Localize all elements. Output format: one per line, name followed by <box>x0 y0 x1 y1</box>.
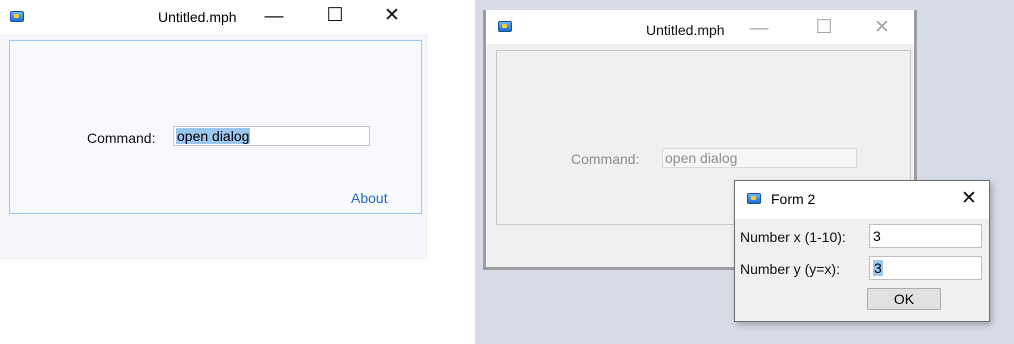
title-bar[interactable]: Untitled.mph — ☐ ✕ <box>486 10 914 44</box>
command-input-selection: open dialog <box>176 128 251 144</box>
command-label: Command: <box>571 151 640 167</box>
app-icon <box>10 11 24 22</box>
close-icon[interactable]: ✕ <box>380 6 404 26</box>
dialog-title-bar[interactable]: Form 2 ✕ <box>735 181 989 219</box>
command-label: Command: <box>87 130 156 146</box>
number-x-label: Number x (1-10): <box>740 229 846 245</box>
form2-dialog: Form 2 ✕ Number x (1-10): 3 Number y (y=… <box>734 180 990 322</box>
command-panel: Command: open dialog About <box>9 40 422 214</box>
maximize-icon[interactable]: ☐ <box>812 18 836 38</box>
command-input[interactable]: open dialog <box>173 126 370 146</box>
close-icon[interactable]: ✕ <box>870 18 894 38</box>
window-title: Untitled.mph <box>646 22 725 38</box>
dialog-title: Form 2 <box>771 191 816 207</box>
number-x-input[interactable]: 3 <box>869 224 982 248</box>
main-window-active: Untitled.mph — ☐ ✕ Command: open dialog … <box>0 0 428 260</box>
app-icon <box>747 193 761 204</box>
title-bar[interactable]: Untitled.mph — ☐ ✕ <box>0 0 428 34</box>
command-input[interactable]: open dialog <box>662 148 857 168</box>
number-y-label: Number y (y=x): <box>740 261 840 277</box>
minimize-icon[interactable]: — <box>262 7 286 27</box>
maximize-icon[interactable]: ☐ <box>323 6 347 26</box>
window-title: Untitled.mph <box>158 9 237 25</box>
close-icon[interactable]: ✕ <box>957 189 981 209</box>
app-icon <box>498 21 512 32</box>
number-y-input[interactable]: 3 <box>869 256 982 280</box>
number-y-selection: 3 <box>873 260 883 276</box>
minimize-icon[interactable]: — <box>747 19 771 39</box>
about-link[interactable]: About <box>351 190 388 206</box>
ok-button[interactable]: OK <box>867 288 941 310</box>
